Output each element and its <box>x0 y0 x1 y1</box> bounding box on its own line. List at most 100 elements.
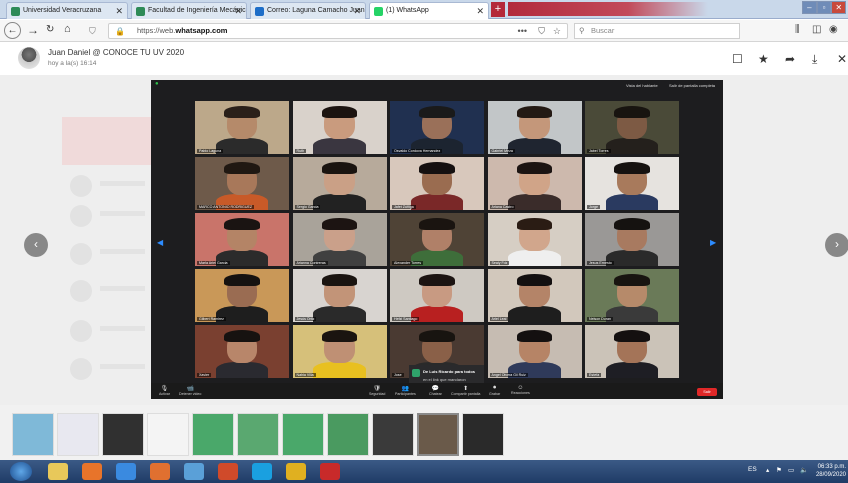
browser-tab[interactable]: Correo: Laguna Camacho Juan ✕ <box>250 2 366 19</box>
comment-icon[interactable]: ☐ <box>732 52 743 66</box>
skype-icon[interactable] <box>252 463 272 480</box>
forward-icon[interactable]: ➦ <box>785 52 795 66</box>
participant-body <box>508 194 561 210</box>
media-icon[interactable] <box>150 463 170 480</box>
participant-hair <box>224 274 260 286</box>
zoom-control-1: 🎙 Activar <box>159 385 170 396</box>
participant-tile: Jorge <box>585 157 679 210</box>
participant-tile: Ariana Castro <box>487 157 582 210</box>
media-thumbnail[interactable] <box>237 413 279 456</box>
lock-icon[interactable]: 🔒 <box>115 25 125 39</box>
participant-tile: Angel Olvera Gil Ruiz <box>487 325 582 378</box>
new-tab-button[interactable]: + <box>491 2 505 17</box>
participant-body <box>508 250 561 266</box>
photos-icon[interactable] <box>184 463 204 480</box>
participant-tile: Ariel Leal <box>487 269 582 322</box>
media-thumbnail[interactable] <box>192 413 234 456</box>
participant-name: Jabel Torres <box>587 149 611 153</box>
media-thumbnail[interactable] <box>462 413 504 456</box>
minimize-button[interactable]: – <box>802 1 817 14</box>
media-thumbnail[interactable] <box>372 413 414 456</box>
participant-tile: Hefzi Santiago <box>390 269 484 322</box>
home-icon[interactable]: ⌂ <box>64 23 71 35</box>
media-thumbnail[interactable] <box>417 413 459 456</box>
media-thumbnail[interactable] <box>147 413 189 456</box>
participant-hair <box>419 106 455 118</box>
powerpoint-icon[interactable] <box>218 463 238 480</box>
tab-label: Universidad Veracruzana <box>23 7 102 14</box>
participant-tile: Marla Ariel Garcia <box>195 213 289 266</box>
participant-tile: Ruth <box>292 101 387 154</box>
url-text: https://web.whatsapp.com <box>137 26 228 35</box>
maximize-button[interactable]: ▫ <box>816 1 832 14</box>
participant-hair <box>224 162 260 174</box>
download-icon[interactable]: ⤓ <box>812 52 817 67</box>
media-thumbnail[interactable] <box>12 413 54 456</box>
media-viewer-header: Juan Daniel @ CONOCE TU UV 2020 hoy a la… <box>0 43 848 75</box>
zoom-control-icon: 🛡 <box>373 386 381 392</box>
system-clock[interactable]: 06:33 p.m. 28/09/2020 <box>816 463 846 479</box>
tab-close-icon[interactable]: ✕ <box>115 6 123 17</box>
tab-close-icon[interactable]: ✕ <box>476 6 484 17</box>
zoom-control-label: Grabar <box>489 392 501 396</box>
tab-close-icon[interactable]: ✕ <box>234 6 242 17</box>
zoom-control-5: 💬 Chatear <box>429 385 442 396</box>
tab-close-icon[interactable]: ✕ <box>353 6 361 17</box>
media-thumbnail[interactable] <box>102 413 144 456</box>
participant-hair <box>224 330 260 342</box>
media-thumbnail[interactable] <box>327 413 369 456</box>
tray-arrow-icon[interactable]: ▴ <box>766 466 769 474</box>
back-button[interactable]: ← <box>4 22 21 39</box>
browser-tab[interactable]: Universidad Veracruzana ✕ <box>6 2 128 19</box>
zoom-control-icon: 🎙 <box>160 386 169 392</box>
media-thumbnail[interactable] <box>282 413 324 456</box>
library-icon[interactable]: ⫼ <box>795 24 800 35</box>
forward-button[interactable]: → <box>27 23 39 37</box>
avatar[interactable] <box>18 47 40 69</box>
browser-tab[interactable]: Facultad de Ingeniería Mecánica ✕ <box>131 2 247 19</box>
ie-icon[interactable] <box>116 463 136 480</box>
close-icon[interactable]: ✕ <box>837 52 847 66</box>
firefox-icon[interactable] <box>82 463 102 480</box>
pocket-icon[interactable]: ⛉ <box>538 24 545 38</box>
page-actions-icon[interactable]: ••• <box>518 24 527 38</box>
reload-icon[interactable]: ↻ <box>46 24 54 35</box>
url-bar[interactable]: ⛉ 🔒 https://web.whatsapp.com ••• ⛉ ☆ <box>89 23 568 39</box>
language-indicator[interactable]: ES <box>748 466 757 473</box>
zoom-top-bar: ● Vista del hablante Salir de pantalla c… <box>151 80 723 92</box>
participant-body <box>605 194 659 210</box>
participant-name: Ariel Leal <box>489 317 509 321</box>
start-button[interactable] <box>10 462 32 481</box>
zoom-control-label: Activar <box>159 392 170 396</box>
star-icon[interactable]: ★ <box>758 52 769 66</box>
network-icon[interactable]: ▭ <box>788 466 794 474</box>
participant-tile: Jesús Ortiz <box>292 269 387 322</box>
sidebar-icon[interactable]: ◫ <box>812 24 821 35</box>
zoom-prev-page-icon: ◀ <box>157 238 164 247</box>
participant-hair <box>224 106 260 118</box>
chrome-icon[interactable] <box>286 463 306 480</box>
acrobat-icon[interactable] <box>320 463 340 480</box>
next-media-button[interactable]: › <box>825 233 848 257</box>
participant-tile: Nelson Duran <box>585 269 679 322</box>
account-icon[interactable]: ◉ <box>829 24 838 35</box>
background-chat-row <box>70 358 150 380</box>
bookmark-star-icon[interactable]: ☆ <box>553 24 561 38</box>
browser-tab[interactable]: (1) WhatsApp ✕ <box>369 2 489 19</box>
explorer-icon[interactable] <box>48 463 68 480</box>
tracking-shield-icon[interactable]: ⛉ <box>89 24 96 38</box>
previous-media-button[interactable]: ‹ <box>24 233 48 257</box>
close-window-button[interactable]: ✕ <box>831 1 847 14</box>
participant-name: Jorge <box>587 205 600 209</box>
network-flag-icon[interactable]: ⚑ <box>776 466 782 474</box>
tab-favicon-icon <box>255 7 264 16</box>
search-input[interactable]: ⚲ Buscar <box>574 23 740 39</box>
participant-hair <box>516 274 553 286</box>
zoom-control-label: Participantes <box>395 392 416 396</box>
participant-tile: Osvaldo Cordova Hernandez <box>390 101 484 154</box>
background-chat-row <box>70 243 150 265</box>
window-controls: – ▫ ✕ <box>802 1 847 14</box>
volume-icon[interactable]: 🔈 <box>800 466 808 474</box>
zoom-control-icon: ⬆ <box>463 386 469 392</box>
media-thumbnail[interactable] <box>57 413 99 456</box>
